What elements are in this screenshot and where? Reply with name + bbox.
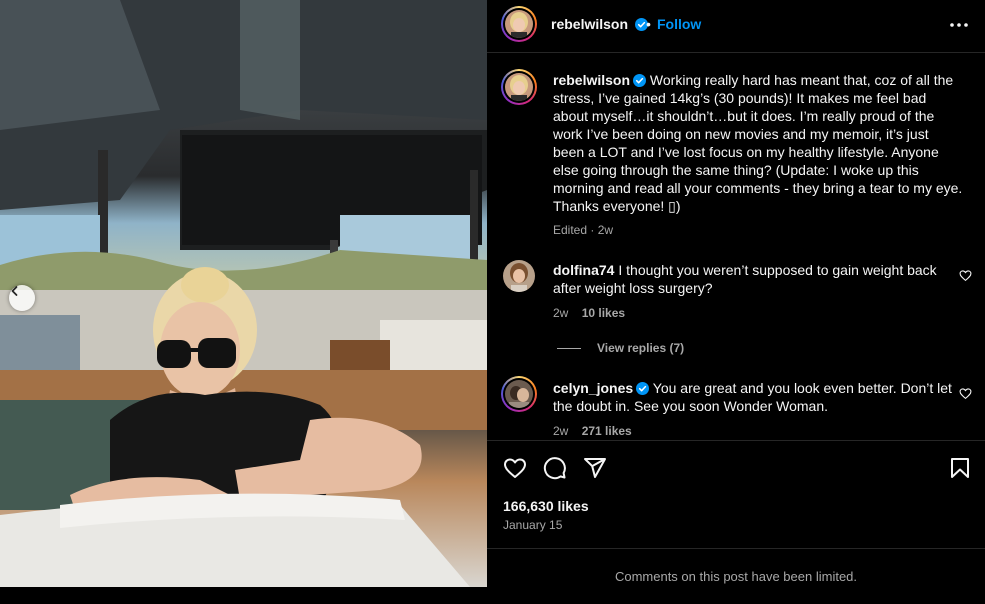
- caption-avatar-image: [505, 73, 533, 101]
- verified-badge-icon: [636, 382, 650, 395]
- author-avatar[interactable]: [501, 6, 537, 42]
- post-date[interactable]: January 15: [503, 518, 562, 532]
- comment-celyn-jones: celyn_jones You are great and you look e…: [553, 379, 953, 415]
- author-avatar-image: [505, 10, 533, 38]
- caption-text: Working really hard has meant that, coz …: [553, 72, 963, 214]
- comment-time: 2w: [553, 306, 569, 320]
- likes-count[interactable]: 166,630 likes: [503, 498, 589, 514]
- view-replies-button[interactable]: View replies (7): [557, 341, 684, 355]
- comment-dolfina74: dolfina74 I thought you weren’t supposed…: [553, 261, 953, 297]
- share-icon[interactable]: [583, 456, 607, 480]
- like-comment-heart-icon[interactable]: [959, 387, 972, 400]
- comments-limited-notice: Comments on this post have been limited.: [487, 548, 985, 588]
- separator-dot: •: [646, 16, 651, 32]
- commenter-avatar[interactable]: [503, 260, 535, 292]
- author-username[interactable]: rebelwilson: [551, 16, 628, 32]
- comment-icon[interactable]: [543, 456, 567, 480]
- caption-username[interactable]: rebelwilson: [553, 72, 630, 88]
- caption: rebelwilson Working really hard has mean…: [553, 71, 963, 215]
- caption-meta: Edited · 2w: [553, 223, 614, 237]
- comments-section[interactable]: rebelwilson Working really hard has mean…: [487, 53, 985, 440]
- comment-meta: 2w 271 likes: [553, 424, 632, 438]
- comment-username[interactable]: celyn_jones: [553, 380, 633, 396]
- post-actions: 166,630 likes January 15: [487, 440, 985, 549]
- follow-button[interactable]: Follow: [657, 16, 701, 32]
- comment-likes[interactable]: 10 likes: [582, 306, 625, 320]
- commenter-avatar-image: [505, 380, 533, 408]
- comment-likes[interactable]: 271 likes: [582, 424, 632, 438]
- post-details-panel: rebelwilson • Follow rebelwilson Working…: [487, 0, 985, 587]
- bookmark-icon[interactable]: [948, 456, 972, 480]
- post-header: rebelwilson • Follow: [487, 0, 985, 53]
- post-photo[interactable]: [0, 0, 487, 587]
- caption-author-avatar[interactable]: [501, 69, 537, 105]
- comment-username[interactable]: dolfina74: [553, 262, 614, 278]
- post-photo-illustration: [0, 0, 487, 587]
- author-name-row: rebelwilson: [551, 16, 649, 34]
- chevron-left-icon: [11, 286, 18, 296]
- replies-line: [557, 348, 581, 350]
- more-options-icon[interactable]: [948, 14, 970, 36]
- verified-badge-icon: [633, 74, 647, 87]
- comment-time: 2w: [553, 424, 569, 438]
- heart-icon[interactable]: [503, 456, 527, 480]
- comment-meta: 2w 10 likes: [553, 306, 625, 320]
- like-comment-heart-icon[interactable]: [959, 269, 972, 282]
- carousel-prev-button[interactable]: [9, 285, 35, 311]
- view-replies-label: View replies (7): [597, 341, 685, 355]
- commenter-avatar[interactable]: [501, 376, 537, 412]
